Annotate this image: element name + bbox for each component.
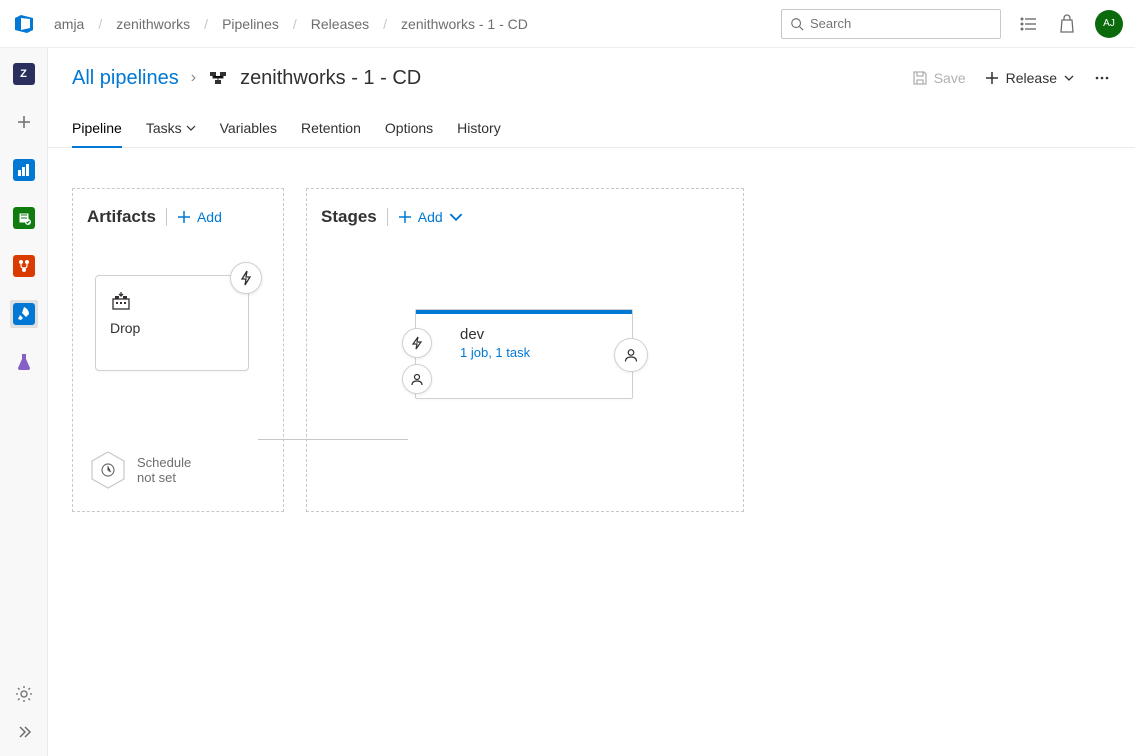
chevron-down-icon bbox=[1063, 72, 1075, 84]
shopping-bag-icon[interactable] bbox=[1057, 14, 1077, 34]
top-header: amja / zenithworks / Pipelines / Release… bbox=[0, 0, 1135, 48]
save-label: Save bbox=[934, 70, 966, 86]
pre-deployment-approvers-button[interactable] bbox=[402, 364, 432, 394]
rail-pipelines[interactable] bbox=[10, 300, 38, 328]
save-button[interactable]: Save bbox=[912, 70, 966, 86]
breadcrumb-item[interactable]: zenithworks - 1 - CD bbox=[401, 16, 528, 32]
lightning-icon bbox=[410, 336, 424, 350]
rail-project[interactable]: Z bbox=[10, 60, 38, 88]
pipeline-name: zenithworks - 1 - CD bbox=[240, 67, 421, 90]
repo-icon bbox=[17, 211, 31, 225]
plus-icon bbox=[177, 210, 191, 224]
schedule-text-2: not set bbox=[137, 470, 191, 485]
tab-label: Tasks bbox=[146, 120, 182, 136]
schedule-text-1: Schedule bbox=[137, 455, 191, 470]
stages-title: Stages bbox=[321, 207, 377, 227]
schedule-status[interactable]: Schedule not set bbox=[91, 451, 191, 489]
tab-history[interactable]: History bbox=[457, 108, 501, 147]
breadcrumb-separator: / bbox=[204, 16, 208, 32]
stage-jobs-link[interactable]: 1 job, 1 task bbox=[460, 345, 588, 360]
save-icon bbox=[912, 70, 928, 86]
more-menu[interactable] bbox=[1093, 69, 1111, 87]
pre-deployment-conditions-button[interactable] bbox=[402, 328, 432, 358]
breadcrumb-item[interactable]: amja bbox=[54, 16, 84, 32]
person-icon bbox=[410, 372, 424, 386]
breadcrumb-separator: / bbox=[293, 16, 297, 32]
add-stage-button[interactable]: Add bbox=[398, 209, 463, 225]
gear-icon[interactable] bbox=[14, 684, 34, 704]
add-label: Add bbox=[197, 209, 222, 225]
lightning-icon bbox=[238, 270, 254, 286]
stages-panel: Stages Add bbox=[306, 188, 744, 512]
search-icon bbox=[790, 17, 804, 31]
chevron-down-icon bbox=[449, 210, 463, 224]
artifact-name: Drop bbox=[110, 320, 234, 336]
tab-retention[interactable]: Retention bbox=[301, 108, 361, 147]
expand-icon[interactable] bbox=[14, 722, 34, 742]
breadcrumb-item[interactable]: Releases bbox=[311, 16, 369, 32]
rail-repos[interactable] bbox=[10, 204, 38, 232]
tab-tasks[interactable]: Tasks bbox=[146, 108, 196, 147]
person-icon bbox=[623, 347, 639, 363]
boards-icon bbox=[17, 163, 31, 177]
breadcrumb-separator: / bbox=[383, 16, 387, 32]
divider bbox=[387, 208, 388, 226]
breadcrumb-item[interactable]: Pipelines bbox=[222, 16, 279, 32]
branch-icon bbox=[17, 259, 31, 273]
left-nav-rail: Z bbox=[0, 48, 48, 756]
release-label: Release bbox=[1006, 70, 1057, 86]
header-actions: AJ bbox=[781, 9, 1123, 39]
add-artifact-button[interactable]: Add bbox=[177, 209, 222, 225]
plus-icon bbox=[398, 210, 412, 224]
tab-options[interactable]: Options bbox=[385, 108, 433, 147]
all-pipelines-link[interactable]: All pipelines bbox=[72, 67, 179, 90]
chevron-down-icon bbox=[186, 123, 196, 133]
plus-icon bbox=[984, 70, 1000, 86]
plus-icon bbox=[15, 113, 33, 131]
divider bbox=[166, 208, 167, 226]
avatar[interactable]: AJ bbox=[1095, 10, 1123, 38]
artifacts-title: Artifacts bbox=[87, 207, 156, 227]
flask-icon bbox=[14, 352, 34, 372]
chevron-right-icon: › bbox=[191, 69, 196, 87]
rocket-icon bbox=[16, 306, 32, 322]
add-label: Add bbox=[418, 209, 443, 225]
clock-icon bbox=[100, 462, 116, 478]
release-pipeline-icon bbox=[208, 68, 228, 88]
post-deployment-button[interactable] bbox=[614, 338, 648, 372]
rail-test-plans[interactable] bbox=[10, 348, 38, 376]
pipeline-canvas: Artifacts Add bbox=[48, 148, 1135, 756]
stage-card[interactable]: dev 1 job, 1 task bbox=[415, 309, 633, 399]
rail-add[interactable] bbox=[10, 108, 38, 136]
stage-name: dev bbox=[460, 326, 588, 343]
artifact-card[interactable]: Drop bbox=[95, 275, 249, 371]
rail-pipelines-old[interactable] bbox=[10, 252, 38, 280]
artifact-trigger-button[interactable] bbox=[230, 262, 262, 294]
release-button[interactable]: Release bbox=[984, 70, 1075, 86]
search-input[interactable] bbox=[810, 16, 992, 31]
main-content: All pipelines › zenithworks - 1 - CD Sav… bbox=[48, 48, 1135, 756]
breadcrumb-item[interactable]: zenithworks bbox=[116, 16, 190, 32]
artifacts-panel: Artifacts Add bbox=[72, 188, 284, 512]
breadcrumb-separator: / bbox=[98, 16, 102, 32]
azure-devops-logo[interactable] bbox=[12, 12, 36, 36]
tabs: Pipeline Tasks Variables Retention Optio… bbox=[48, 108, 1135, 148]
build-artifact-icon bbox=[110, 290, 132, 312]
breadcrumbs: amja / zenithworks / Pipelines / Release… bbox=[54, 16, 528, 32]
title-row: All pipelines › zenithworks - 1 - CD Sav… bbox=[48, 48, 1135, 108]
search-box[interactable] bbox=[781, 9, 1001, 39]
rail-boards[interactable] bbox=[10, 156, 38, 184]
list-icon[interactable] bbox=[1019, 14, 1039, 34]
tab-variables[interactable]: Variables bbox=[220, 108, 277, 147]
more-icon bbox=[1093, 69, 1111, 87]
tab-pipeline[interactable]: Pipeline bbox=[72, 108, 122, 147]
